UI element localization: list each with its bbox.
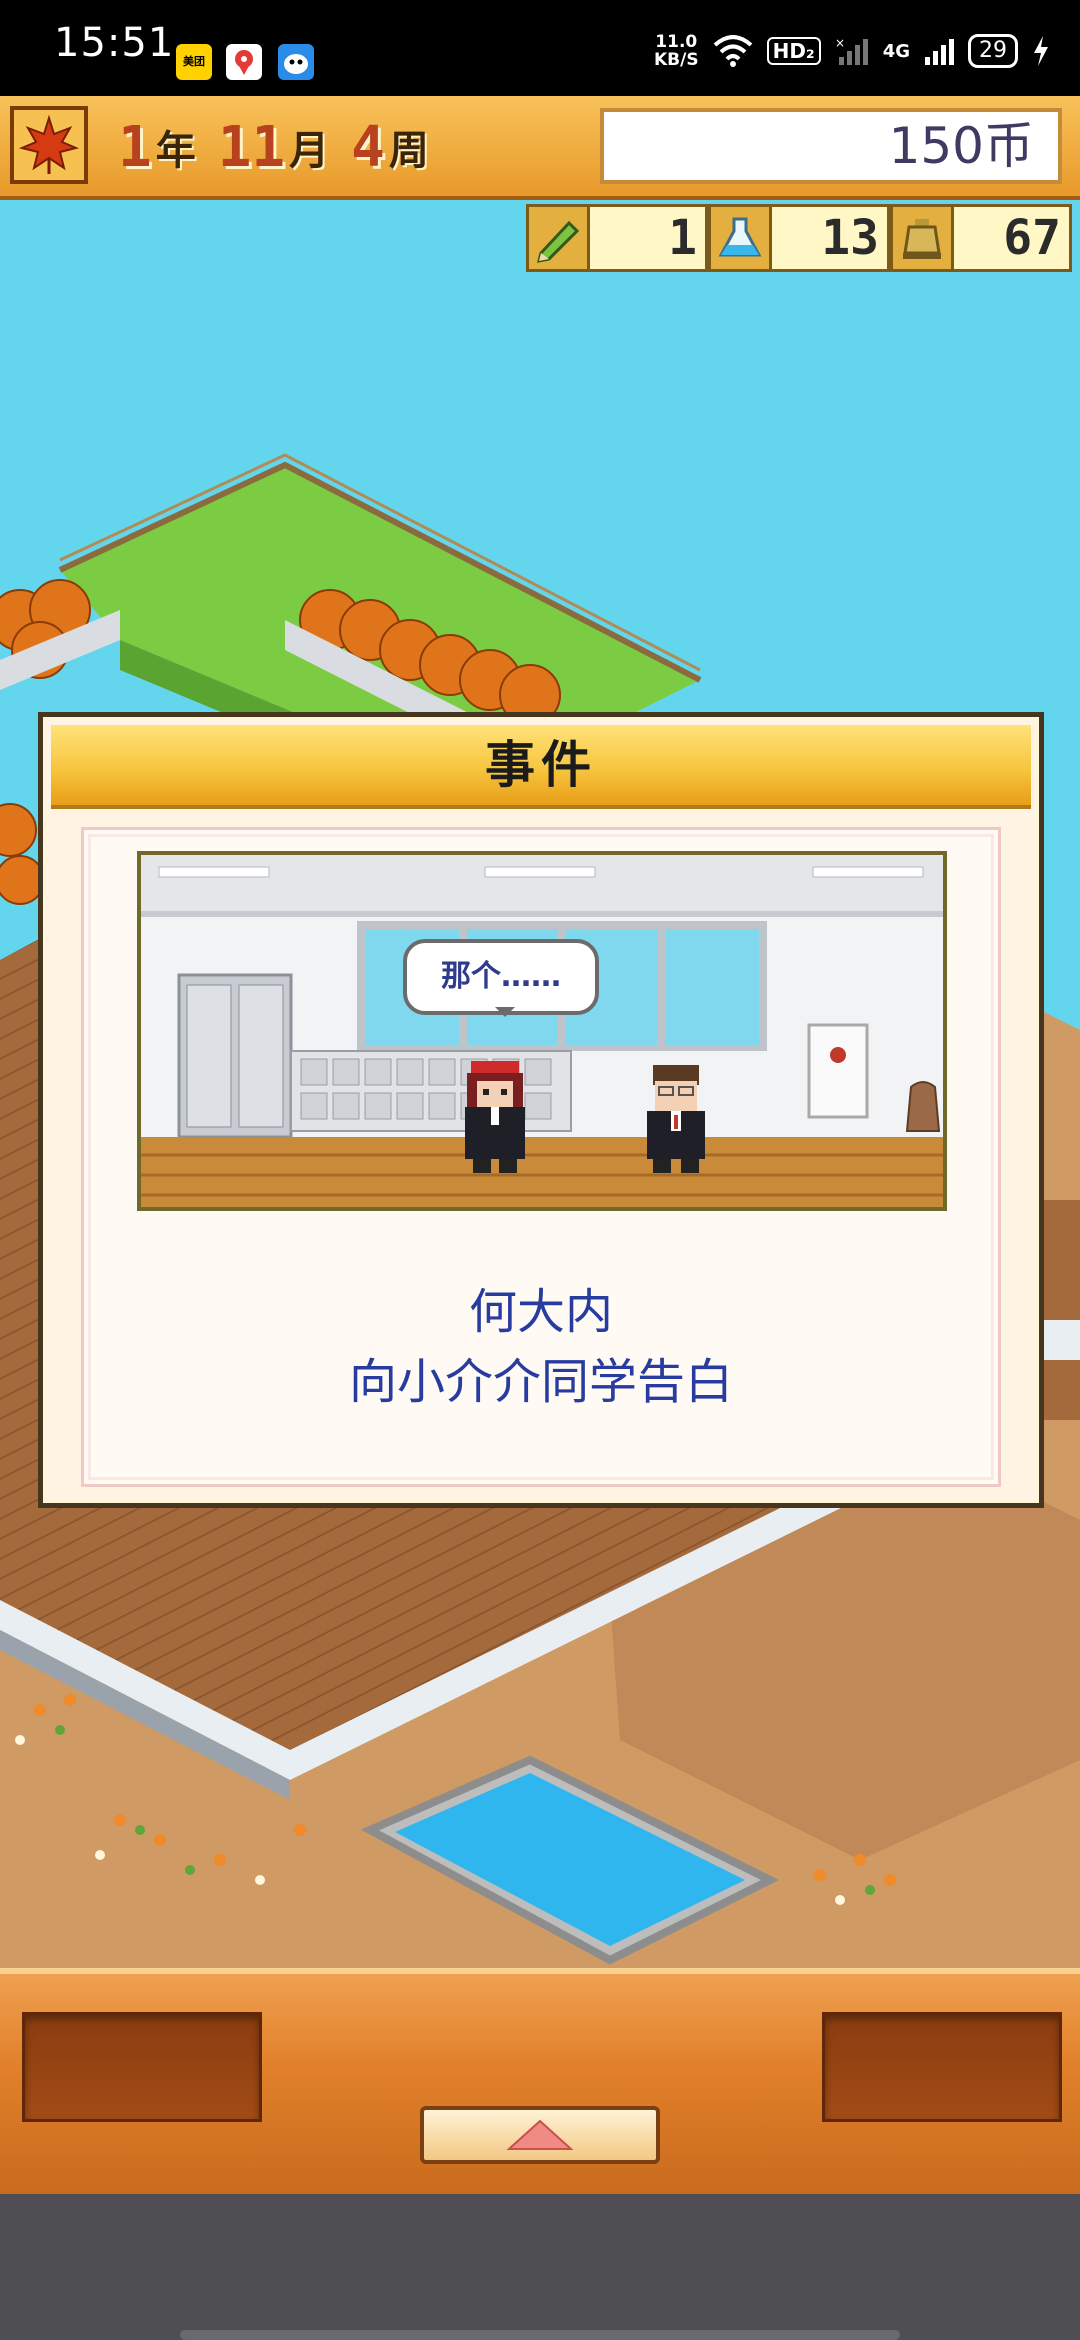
signal-icon (925, 39, 954, 65)
system-nav-area (0, 2194, 1080, 2340)
flask-icon (708, 204, 772, 272)
boy-character (647, 1065, 705, 1173)
week-unit: 周 (388, 128, 429, 174)
year-number: 1 (118, 114, 152, 180)
map-pin-app-icon (226, 44, 262, 80)
svg-text:×: × (835, 36, 845, 50)
month-number: 11 (217, 114, 286, 180)
arrow-up-icon (506, 2119, 574, 2150)
hd-badge: HD₂ (766, 37, 821, 65)
pencil-icon (526, 204, 590, 272)
year-unit: 年 (155, 128, 196, 174)
girl-character (465, 1061, 525, 1173)
resource-bell[interactable]: 67 (890, 204, 1072, 272)
bird-app-icon (278, 44, 314, 80)
resource-bar: 1 13 67 (526, 204, 1072, 272)
event-description: 何大内 向小介介同学告白 (81, 1277, 1001, 1417)
event-line-2: 向小介介同学告白 (348, 1354, 733, 1410)
net-speed-unit: KB/S (653, 50, 699, 70)
classroom-scene (141, 855, 943, 1207)
bell-icon (890, 204, 954, 272)
dialog-title: 事件 (51, 725, 1031, 809)
left-menu-slot[interactable] (22, 2012, 262, 2122)
gesture-bar[interactable] (180, 2330, 900, 2340)
status-time: 15:51 (54, 20, 175, 66)
resource-pencil[interactable]: 1 (526, 204, 708, 272)
status-icons: 11.0 KB/S HD₂ × 4G 29 (654, 26, 1050, 76)
resource-value-pencil: 1 (590, 204, 708, 272)
event-line-1: 何大内 (468, 1284, 613, 1340)
week-number: 4 (351, 114, 385, 180)
signal-no-sim-icon: × (835, 36, 868, 65)
network-type: 4G (882, 40, 910, 62)
game-top-bar: 1 年 11 月 4 周 150币 (0, 96, 1080, 200)
resource-flask[interactable]: 13 (708, 204, 890, 272)
season-leaf-icon[interactable] (10, 106, 88, 184)
resource-value-bell: 67 (954, 204, 1072, 272)
net-speed-value: 11.0 (655, 32, 698, 52)
money-display[interactable]: 150币 (600, 108, 1062, 184)
resource-value-flask: 13 (772, 204, 890, 272)
speech-bubble: 那个…… (403, 939, 599, 1017)
status-bar: 15:51 美团 11.0 KB/S HD₂ × 4G 29 (0, 0, 1080, 96)
wifi-icon (713, 35, 752, 67)
right-menu-slot[interactable] (822, 2012, 1062, 2122)
expand-menu-button[interactable] (420, 2106, 660, 2164)
event-dialog[interactable]: 事件 那个…… 何大内 向小介介同学告白 (38, 712, 1044, 1508)
month-unit: 月 (289, 128, 330, 174)
battery-level: 29 (968, 34, 1018, 68)
meituan-app-icon: 美团 (176, 44, 212, 80)
bottom-control-panel (0, 1968, 1080, 2200)
charging-icon (1034, 36, 1048, 66)
event-illustration: 那个…… (137, 851, 947, 1211)
network-speed: 11.0 KB/S (654, 33, 699, 69)
game-date: 1 年 11 月 4 周 (118, 112, 447, 182)
